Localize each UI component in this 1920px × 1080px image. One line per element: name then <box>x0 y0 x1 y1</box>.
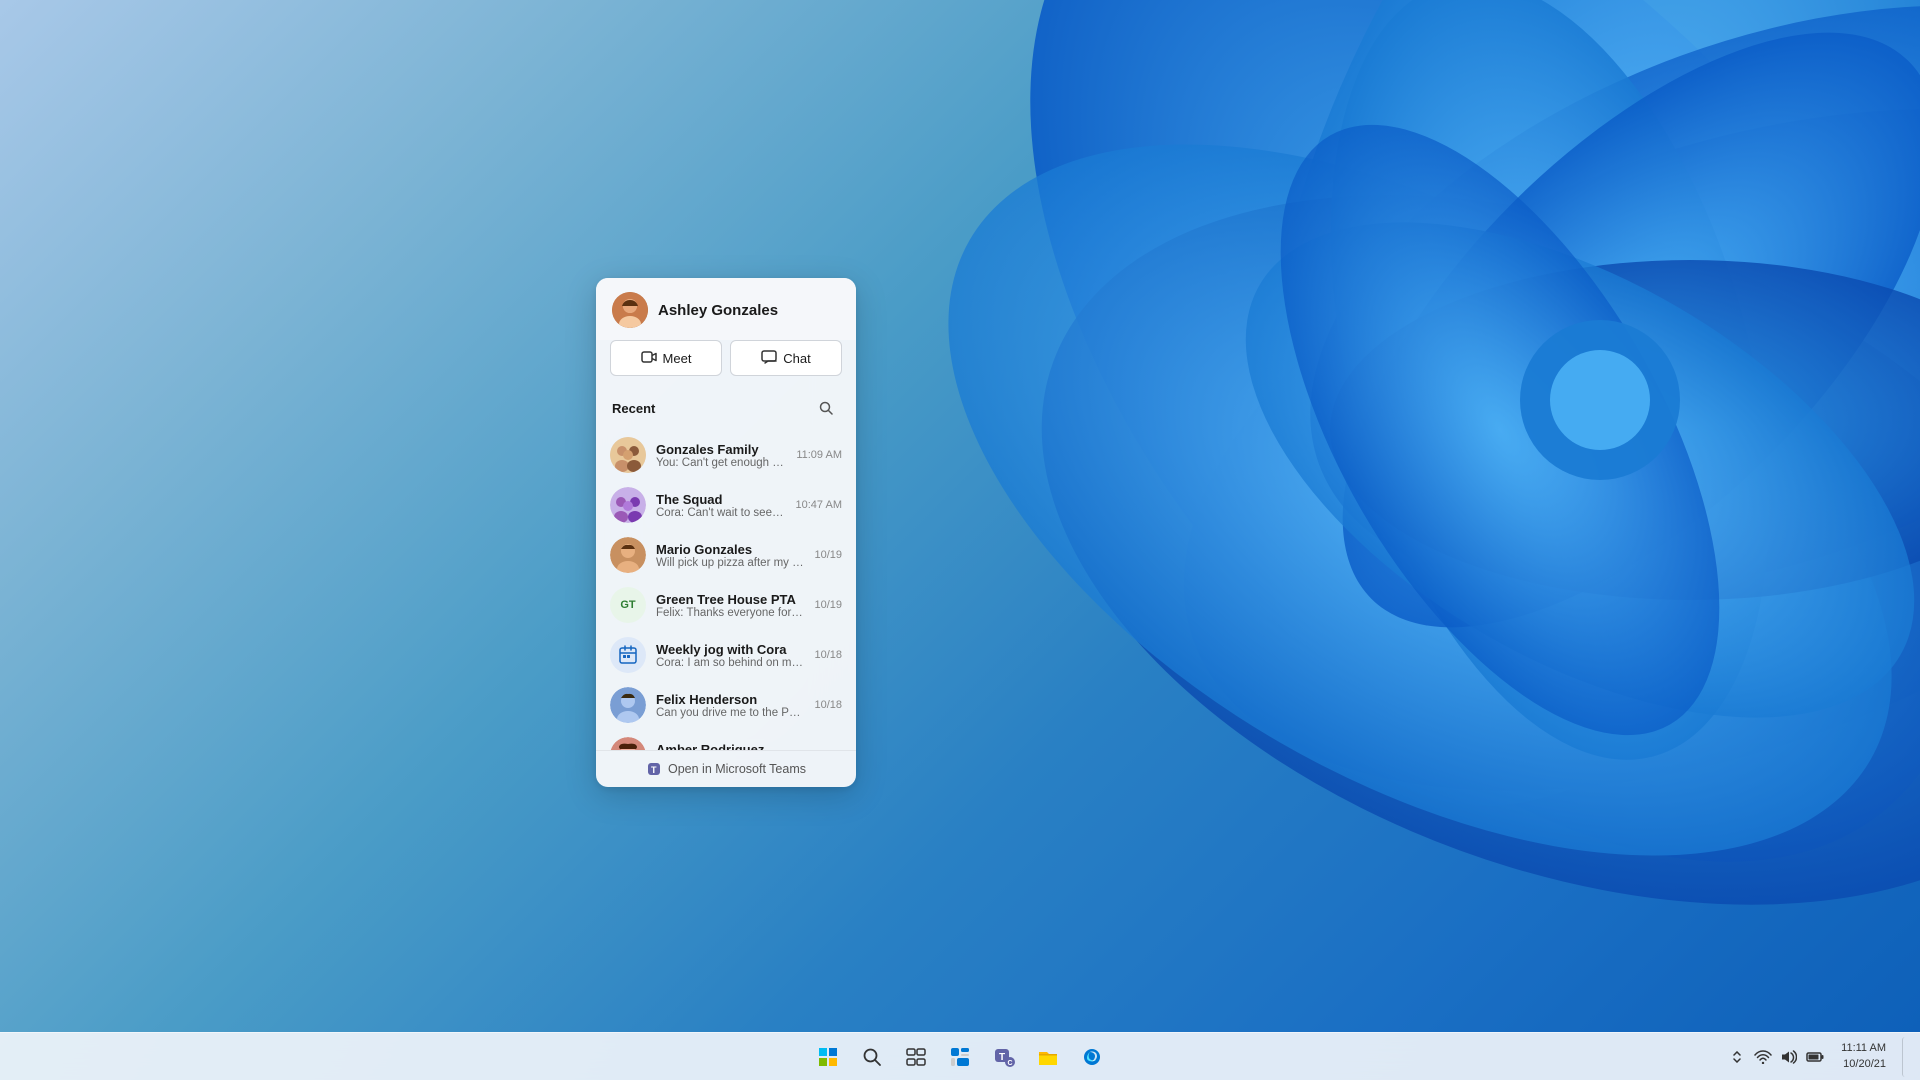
chat-content: Felix Henderson Can you drive me to the … <box>656 692 804 719</box>
show-desktop-button[interactable] <box>1902 1037 1908 1077</box>
open-teams-label: Open in Microsoft Teams <box>668 762 806 776</box>
avatar <box>610 637 646 673</box>
profile-header: Ashley Gonzales <box>596 278 856 340</box>
chat-preview: Cora: I am so behind on my step goals. <box>656 657 804 669</box>
system-clock[interactable]: 11:11 AM 10/20/21 <box>1835 1039 1892 1074</box>
chat-preview: Felix: Thanks everyone for attending tod… <box>656 607 804 619</box>
chat-label: Chat <box>783 351 810 366</box>
chat-time: 10/19 <box>814 549 842 561</box>
chat-content: Amber Rodriguez That is awesome! Love it… <box>656 742 804 751</box>
profile-name: Ashley Gonzales <box>658 302 778 319</box>
avatar <box>610 487 646 523</box>
chat-preview: Cora: Can't wait to see everyone! <box>656 507 786 519</box>
chat-content: Green Tree House PTA Felix: Thanks every… <box>656 592 804 619</box>
show-hidden-icons-button[interactable] <box>1725 1037 1749 1077</box>
teams-chat-button[interactable]: T C <box>984 1037 1024 1077</box>
list-item[interactable]: Felix Henderson Can you drive me to the … <box>596 680 856 730</box>
wifi-icon[interactable] <box>1751 1037 1775 1077</box>
list-item[interactable]: The Squad Cora: Can't wait to see everyo… <box>596 480 856 530</box>
action-buttons: Meet Chat <box>596 340 856 390</box>
wallpaper-bloom <box>820 0 1920 1050</box>
search-button[interactable] <box>852 1037 892 1077</box>
start-button[interactable] <box>808 1037 848 1077</box>
chat-time: 10/19 <box>814 599 842 611</box>
recent-label: Recent <box>612 401 655 416</box>
chat-time: 10/18 <box>814 649 842 661</box>
chat-content: Gonzales Family You: Can't get enough of… <box>656 442 786 469</box>
list-item[interactable]: Mario Gonzales Will pick up pizza after … <box>596 530 856 580</box>
chat-name: Green Tree House PTA <box>656 592 804 607</box>
chat-time: 10:47 AM <box>796 499 842 511</box>
task-view-button[interactable] <box>896 1037 936 1077</box>
search-button[interactable] <box>812 394 840 422</box>
chat-preview: Can you drive me to the PTA today? <box>656 707 804 719</box>
meet-icon <box>641 349 657 368</box>
taskbar: T C <box>0 1032 1920 1080</box>
system-tray <box>1725 1037 1827 1077</box>
chat-name: Felix Henderson <box>656 692 804 707</box>
list-item[interactable]: Weekly jog with Cora Cora: I am so behin… <box>596 630 856 680</box>
chat-list: Gonzales Family You: Can't get enough of… <box>596 430 856 750</box>
desktop: Ashley Gonzales Meet <box>0 0 1920 1080</box>
chat-button[interactable]: Chat <box>730 340 842 376</box>
chat-name: Amber Rodriguez <box>656 742 804 751</box>
avatar <box>610 537 646 573</box>
list-item[interactable]: GT Green Tree House PTA Felix: Thanks ev… <box>596 580 856 630</box>
meet-label: Meet <box>663 351 692 366</box>
clock-time: 11:11 AM <box>1841 1041 1886 1056</box>
list-item[interactable]: Gonzales Family You: Can't get enough of… <box>596 430 856 480</box>
taskbar-center: T C <box>808 1037 1112 1077</box>
open-teams-button[interactable]: T Open in Microsoft Teams <box>596 750 856 787</box>
chat-popup: Ashley Gonzales Meet <box>596 278 856 787</box>
chat-time: 10/18 <box>814 749 842 750</box>
clock-date: 10/20/21 <box>1841 1057 1886 1072</box>
meet-button[interactable]: Meet <box>610 340 722 376</box>
chat-name: The Squad <box>656 492 786 507</box>
avatar: GT <box>610 587 646 623</box>
svg-text:C: C <box>1008 1060 1013 1067</box>
teams-icon: T <box>646 761 662 777</box>
chat-name: Mario Gonzales <box>656 542 804 557</box>
chat-preview: You: Can't get enough of her. <box>656 457 786 469</box>
chat-content: Weekly jog with Cora Cora: I am so behin… <box>656 642 804 669</box>
taskbar-right: 11:11 AM 10/20/21 <box>1725 1037 1908 1077</box>
avatar <box>610 737 646 750</box>
avatar <box>610 437 646 473</box>
chat-content: Mario Gonzales Will pick up pizza after … <box>656 542 804 569</box>
chat-name: Weekly jog with Cora <box>656 642 804 657</box>
chat-content: The Squad Cora: Can't wait to see everyo… <box>656 492 786 519</box>
chat-name: Gonzales Family <box>656 442 786 457</box>
volume-icon[interactable] <box>1777 1037 1801 1077</box>
avatar <box>610 687 646 723</box>
edge-browser-button[interactable] <box>1072 1037 1112 1077</box>
battery-icon[interactable] <box>1803 1037 1827 1077</box>
chat-time: 11:09 AM <box>796 449 842 461</box>
chat-preview: Will pick up pizza after my practice. <box>656 557 804 569</box>
profile-avatar <box>612 292 648 328</box>
svg-text:T: T <box>651 765 657 775</box>
list-item[interactable]: Amber Rodriguez That is awesome! Love it… <box>596 730 856 750</box>
file-explorer-button[interactable] <box>1028 1037 1068 1077</box>
widgets-button[interactable] <box>940 1037 980 1077</box>
svg-text:T: T <box>999 1052 1005 1063</box>
chat-time: 10/18 <box>814 699 842 711</box>
chat-icon <box>761 349 777 368</box>
recent-header: Recent <box>596 390 856 430</box>
